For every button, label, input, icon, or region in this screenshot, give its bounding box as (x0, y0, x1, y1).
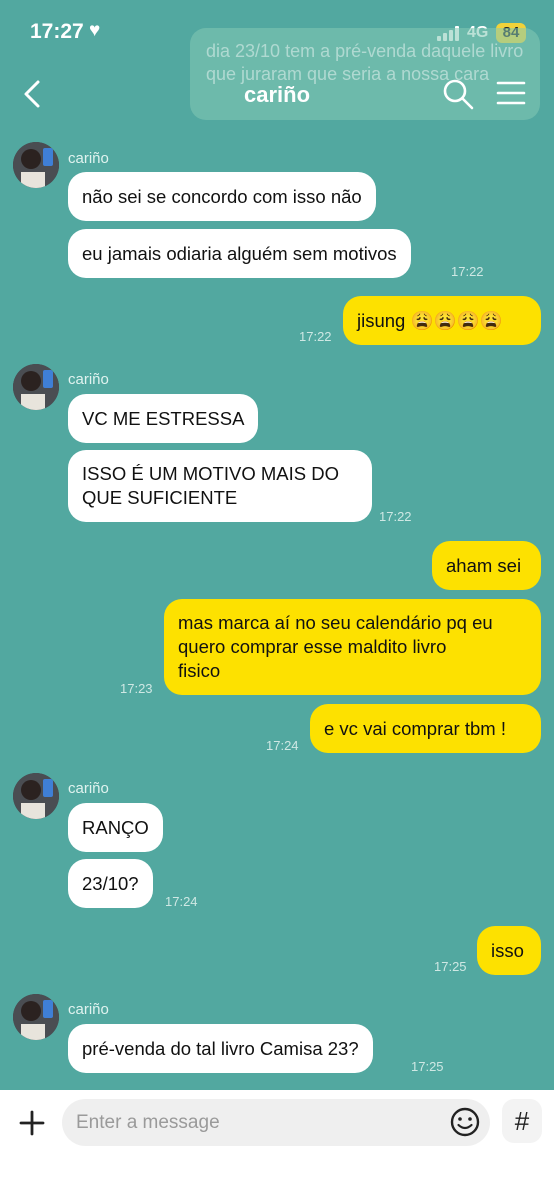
message-text-line: fisico (178, 660, 221, 681)
emoji-icon[interactable] (449, 1106, 481, 1138)
message-time: 17:23 (120, 681, 153, 696)
message-bubble-outgoing[interactable]: jisung 😩😩😩😩 (343, 296, 541, 345)
message-text: pré-venda do tal livro Camisa 23? (82, 1037, 359, 1059)
message-text: aham sei (446, 554, 522, 576)
message-bubble-outgoing[interactable]: isso (477, 926, 541, 975)
message-text: jisung 😩😩😩😩 (357, 309, 503, 331)
message-composer: Enter a message # (0, 1090, 554, 1199)
menu-icon[interactable] (496, 80, 526, 106)
avatar[interactable] (13, 364, 59, 410)
message-text: VC ME ESTRESSA (82, 407, 245, 429)
message-time: 17:22 (379, 509, 412, 524)
message-text-line: ISSO É UM MOTIVO MAIS DO (82, 463, 339, 484)
sender-name: cariño (68, 1001, 109, 1018)
message-text: isso (491, 939, 524, 961)
message-bubble-incoming[interactable]: eu jamais odiaria alguém sem motivos (68, 229, 411, 278)
message-text: 23/10? (82, 872, 139, 894)
message-input[interactable]: Enter a message (62, 1099, 490, 1146)
avatar[interactable] (13, 773, 59, 819)
message-bubble-incoming[interactable]: não sei se concordo com isso não (68, 172, 376, 221)
message-input-placeholder: Enter a message (76, 1112, 220, 1133)
message-bubble-incoming[interactable]: 23/10? (68, 859, 153, 908)
message-time: 17:25 (411, 1059, 444, 1074)
message-text: não sei se concordo com isso não (82, 185, 362, 207)
message-time: 17:22 (299, 329, 332, 344)
message-time: 17:25 (434, 959, 467, 974)
message-text: e vc vai comprar tbm ! (324, 717, 506, 739)
message-bubble-outgoing[interactable]: e vc vai comprar tbm ! (310, 704, 541, 753)
message-bubble-incoming[interactable]: RANÇO (68, 803, 163, 852)
message-bubble-outgoing[interactable]: aham sei (432, 541, 541, 590)
message-text: eu jamais odiaria alguém sem motivos (82, 242, 397, 264)
heart-icon: ♥ (89, 20, 101, 41)
message-bubble-outgoing[interactable]: mas marca aí no seu calendário pq eu que… (164, 599, 541, 695)
message-text-line: mas marca aí no seu calendário pq eu (178, 612, 493, 633)
avatar[interactable] (13, 142, 59, 188)
status-time: 17:27 (30, 20, 84, 43)
message-time: 17:24 (165, 894, 198, 909)
chat-header: cariño (0, 70, 554, 118)
sender-name: cariño (68, 150, 109, 167)
message-bubble-incoming[interactable]: pré-venda do tal livro Camisa 23? (68, 1024, 373, 1073)
message-bubble-incoming[interactable]: ISSO É UM MOTIVO MAIS DO QUE SUFICIENTE (68, 450, 372, 522)
hashtag-button[interactable]: # (502, 1099, 542, 1143)
message-time: 17:22 (451, 264, 484, 279)
plus-icon[interactable] (14, 1105, 50, 1141)
message-text-line: quero comprar esse maldito livro (178, 636, 447, 657)
message-text: RANÇO (82, 816, 149, 838)
message-time: 17:24 (266, 738, 299, 753)
avatar[interactable] (13, 994, 59, 1040)
sender-name: cariño (68, 780, 109, 797)
message-text-line: QUE SUFICIENTE (82, 487, 238, 508)
sender-name: cariño (68, 371, 109, 388)
search-icon[interactable] (442, 78, 474, 110)
message-bubble-incoming[interactable]: VC ME ESTRESSA (68, 394, 259, 443)
